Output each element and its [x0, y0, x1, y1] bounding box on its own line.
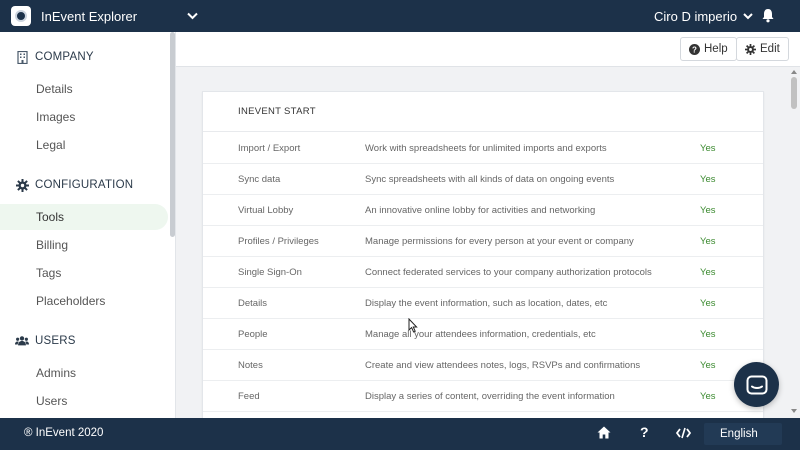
tool-status: Yes	[700, 205, 716, 216]
sidebar-item-placeholders[interactable]: Placeholders	[0, 288, 168, 314]
sidebar: COMPANY Details Images Legal CONFIGURATI…	[0, 32, 176, 418]
tool-description: Sync spreadsheets with all kinds of data…	[365, 174, 615, 185]
sidebar-section-label: USERS	[35, 335, 76, 347]
page-scrollbar[interactable]	[788, 67, 800, 418]
users-icon	[15, 334, 29, 348]
scroll-down-arrow-icon[interactable]	[791, 409, 797, 413]
tool-name: Single Sign-On	[238, 267, 302, 278]
sidebar-item-billing[interactable]: Billing	[0, 232, 168, 258]
sidebar-item-details[interactable]: Details	[0, 76, 168, 102]
table-row[interactable]: Notes Create and view attendees notes, l…	[203, 350, 763, 381]
language-select[interactable]: English	[704, 423, 782, 445]
chat-launcher-button[interactable]	[734, 362, 779, 407]
tool-name: Profiles / Privileges	[238, 236, 319, 247]
tool-name: Sync data	[238, 174, 281, 185]
tool-description: Work with spreadsheets for unlimited imp…	[365, 143, 607, 154]
app-name[interactable]: InEvent Explorer	[41, 9, 137, 24]
table-row[interactable]: Sync data Sync spreadsheets with all kin…	[203, 164, 763, 195]
tool-status: Yes	[700, 143, 716, 154]
tool-status: Yes	[700, 360, 716, 371]
footer: ® InEvent 2020 ? English	[0, 418, 800, 450]
help-label: Help	[704, 43, 728, 55]
edit-label: Edit	[760, 43, 780, 55]
copyright-text: ® InEvent 2020	[24, 427, 104, 439]
sidebar-item-images[interactable]: Images	[0, 104, 168, 130]
chevron-down-icon[interactable]	[187, 12, 198, 20]
tool-status: Yes	[700, 267, 716, 278]
sidebar-section-configuration: CONFIGURATION	[0, 171, 170, 199]
scroll-up-arrow-icon[interactable]	[791, 70, 797, 74]
table-row[interactable]: Virtual Lobby An innovative online lobby…	[203, 195, 763, 226]
gear-icon	[745, 43, 756, 55]
main-content: INEVENT START Import / Export Work with …	[176, 67, 800, 418]
table-row[interactable]: People Manage all your attendees informa…	[203, 319, 763, 350]
chat-icon	[746, 375, 767, 394]
svg-text:?: ?	[692, 45, 697, 54]
tool-status: Yes	[700, 329, 716, 340]
building-icon	[15, 50, 29, 64]
table-row[interactable]: Feed Display a series of content, overri…	[203, 381, 763, 412]
card-title: INEVENT START	[203, 92, 763, 132]
tool-status: Yes	[700, 236, 716, 247]
sidebar-item-tools[interactable]: Tools	[0, 204, 168, 230]
tool-status: Yes	[700, 174, 716, 185]
tool-name: Feed	[238, 391, 260, 402]
sidebar-item-tags[interactable]: Tags	[0, 260, 168, 286]
tool-description: Manage permissions for every person at y…	[365, 236, 634, 247]
top-bar: InEvent Explorer Ciro D imperio	[0, 0, 800, 32]
question-circle-icon: ?	[689, 43, 700, 55]
table-row[interactable]: Profiles / Privileges Manage permissions…	[203, 226, 763, 257]
tool-description: An innovative online lobby for activitie…	[365, 205, 596, 216]
help-button[interactable]: ? Help	[680, 37, 737, 61]
toolbar: ? Help Edit	[176, 32, 800, 67]
tool-description: Create and view attendees notes, logs, R…	[365, 360, 641, 371]
tool-name: Import / Export	[238, 143, 301, 154]
tool-description: Display a series of content, overriding …	[365, 391, 615, 402]
tool-description: Manage all your attendees information, c…	[365, 329, 596, 340]
user-menu[interactable]: Ciro D imperio	[654, 0, 753, 32]
sidebar-item-users[interactable]: Users	[0, 388, 168, 414]
tool-status: Yes	[700, 298, 716, 309]
language-label: English	[720, 428, 758, 440]
scrollbar-thumb[interactable]	[791, 77, 797, 109]
home-icon[interactable]	[597, 426, 611, 442]
sidebar-item-legal[interactable]: Legal	[0, 132, 168, 158]
mouse-cursor-icon	[408, 318, 418, 333]
tool-name: Notes	[238, 360, 263, 371]
user-name: Ciro D imperio	[654, 8, 738, 24]
tool-status: Yes	[700, 391, 716, 402]
tool-name: Details	[238, 298, 268, 309]
table-row[interactable]: Details Display the event information, s…	[203, 288, 763, 319]
sidebar-section-company: COMPANY	[0, 43, 170, 71]
question-icon[interactable]: ?	[640, 424, 649, 440]
code-icon[interactable]	[675, 427, 692, 442]
chevron-down-icon	[743, 12, 753, 20]
inevent-logo-icon[interactable]	[11, 6, 31, 26]
sidebar-scrollbar[interactable]	[170, 32, 175, 237]
gear-icon	[15, 178, 29, 192]
table-row[interactable]: Single Sign-On Connect federated service…	[203, 257, 763, 288]
tool-name: People	[238, 329, 268, 340]
sidebar-item-admins[interactable]: Admins	[0, 360, 168, 386]
tools-card: INEVENT START Import / Export Work with …	[202, 91, 764, 418]
sidebar-section-label: CONFIGURATION	[35, 179, 134, 191]
table-row[interactable]: Import / Export Work with spreadsheets f…	[203, 133, 763, 164]
bell-icon[interactable]	[761, 8, 775, 28]
tool-name: Virtual Lobby	[238, 205, 294, 216]
sidebar-section-label: COMPANY	[35, 51, 94, 63]
sidebar-section-users: USERS	[0, 327, 170, 355]
tool-description: Connect federated services to your compa…	[365, 267, 652, 278]
tool-description: Display the event information, such as l…	[365, 298, 608, 309]
edit-button[interactable]: Edit	[736, 37, 789, 61]
